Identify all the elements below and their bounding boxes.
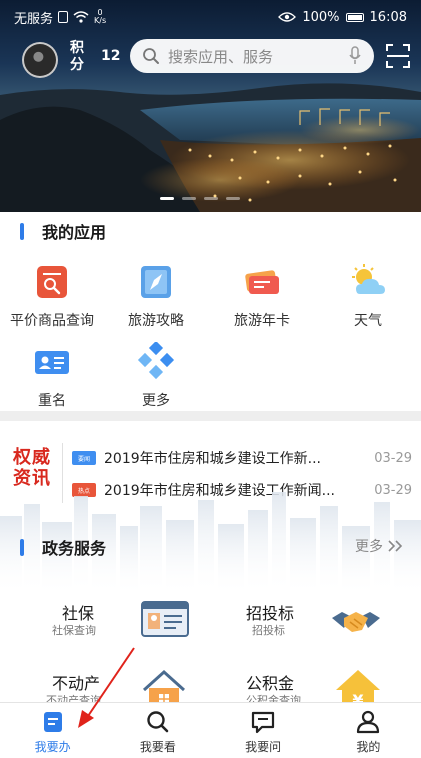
- app-annual-travel-card[interactable]: 旅游年卡: [210, 262, 314, 330]
- app-duplicate-name[interactable]: 重名: [0, 342, 104, 410]
- compass-icon: [141, 266, 171, 298]
- service-name: 招投标: [246, 604, 295, 623]
- section-accent-bar: [20, 538, 24, 556]
- wifi-icon: [73, 11, 89, 23]
- microphone-icon[interactable]: [348, 46, 362, 66]
- tab-label: 我要问: [245, 740, 282, 754]
- weather-icon: [352, 264, 385, 294]
- app-label: 更多: [142, 393, 170, 409]
- carousel-indicator: [160, 197, 240, 200]
- app-label: 平价商品查询: [10, 313, 94, 329]
- news-logo: 权威 资讯: [8, 447, 56, 489]
- app-label: 旅游攻略: [128, 313, 184, 329]
- person-icon: [357, 710, 380, 734]
- news-logo-line1: 权威: [13, 447, 51, 468]
- document-search-icon: [37, 266, 67, 298]
- scan-icon[interactable]: [384, 42, 412, 70]
- search-icon: [147, 711, 169, 733]
- network-speed: 0 K/s: [94, 9, 106, 25]
- red-arrow-annotation: [78, 647, 135, 728]
- chat-icon: [252, 711, 275, 734]
- carousel-dot[interactable]: [226, 197, 240, 200]
- more-label: 更多: [355, 539, 383, 555]
- tab-label: 我的: [356, 740, 381, 754]
- app-label: 重名: [38, 393, 66, 409]
- my-apps-header: 我的应用: [0, 216, 421, 246]
- service-subtitle: 社保查询: [52, 624, 96, 637]
- tab-label: 我要办: [34, 740, 71, 754]
- my-apps-title: 我的应用: [42, 223, 107, 242]
- tab-ask[interactable]: 我要问: [211, 703, 316, 758]
- eye-icon: [278, 12, 297, 22]
- app-travel-guide[interactable]: 旅游攻略: [104, 262, 208, 330]
- tab-mine[interactable]: 我的: [316, 703, 421, 758]
- status-bar: 无服务 0 K/s 100% 16:08: [0, 0, 421, 34]
- carousel-dot[interactable]: [160, 197, 174, 200]
- more-diamonds-icon: [137, 342, 175, 380]
- app-label: 天气: [354, 313, 382, 329]
- tab-label: 我要看: [139, 740, 176, 754]
- news-item[interactable]: 要闻 2019年市住房和城乡建设工作新... 03-29: [72, 447, 412, 469]
- id-card-icon: [35, 351, 69, 374]
- sim-icon: [58, 11, 69, 23]
- avatar[interactable]: [22, 42, 58, 78]
- carousel-dot[interactable]: [204, 197, 218, 200]
- gov-services-title: 政务服务: [42, 539, 107, 558]
- double-chevron-right-icon: [388, 540, 403, 552]
- banner-carousel[interactable]: 无服务 0 K/s 100% 16:08 积分 12 搜索应用、服务: [0, 0, 421, 212]
- app-weather[interactable]: 天气: [316, 262, 420, 330]
- carousel-dot[interactable]: [182, 197, 196, 200]
- points-label: 积分: [70, 40, 84, 73]
- top-bar: 积分 12 搜索应用、服务: [0, 38, 421, 78]
- service-social-security[interactable]: 社保 社保查询: [22, 598, 212, 648]
- app-more[interactable]: 更多: [104, 342, 208, 410]
- news-title: 2019年市住房和城乡建设工作新...: [104, 451, 321, 467]
- news-tag-badge: 要闻: [72, 451, 96, 465]
- handshake-icon: [332, 612, 380, 632]
- service-bidding[interactable]: 招投标 招投标: [222, 598, 412, 648]
- app-label: 旅游年卡: [234, 313, 290, 329]
- points-value[interactable]: 12: [101, 48, 120, 64]
- document-icon: [43, 712, 62, 732]
- search-icon: [143, 48, 159, 64]
- carrier-text: 无服务: [14, 11, 54, 27]
- id-card-icon: [141, 601, 189, 637]
- search-input[interactable]: 搜索应用、服务: [168, 46, 348, 67]
- more-link[interactable]: 更多: [355, 536, 405, 556]
- clock: 16:08: [369, 9, 407, 25]
- service-name: 公积金: [246, 674, 295, 693]
- section-divider: [0, 411, 421, 421]
- news-date: 03-29: [374, 450, 412, 466]
- app-price-query[interactable]: 平价商品查询: [0, 262, 104, 330]
- section-accent-bar: [20, 222, 24, 240]
- service-subtitle: 招投标: [252, 624, 285, 637]
- bottom-tab-bar: 我要办 我要看 我要问 我的: [0, 702, 421, 758]
- ticket-icon: [245, 270, 279, 294]
- battery-percent: 100%: [302, 9, 340, 25]
- search-bar[interactable]: 搜索应用、服务: [130, 39, 374, 73]
- service-name: 社保: [62, 604, 95, 623]
- battery-icon: [345, 12, 364, 22]
- speed-unit: K/s: [94, 16, 107, 25]
